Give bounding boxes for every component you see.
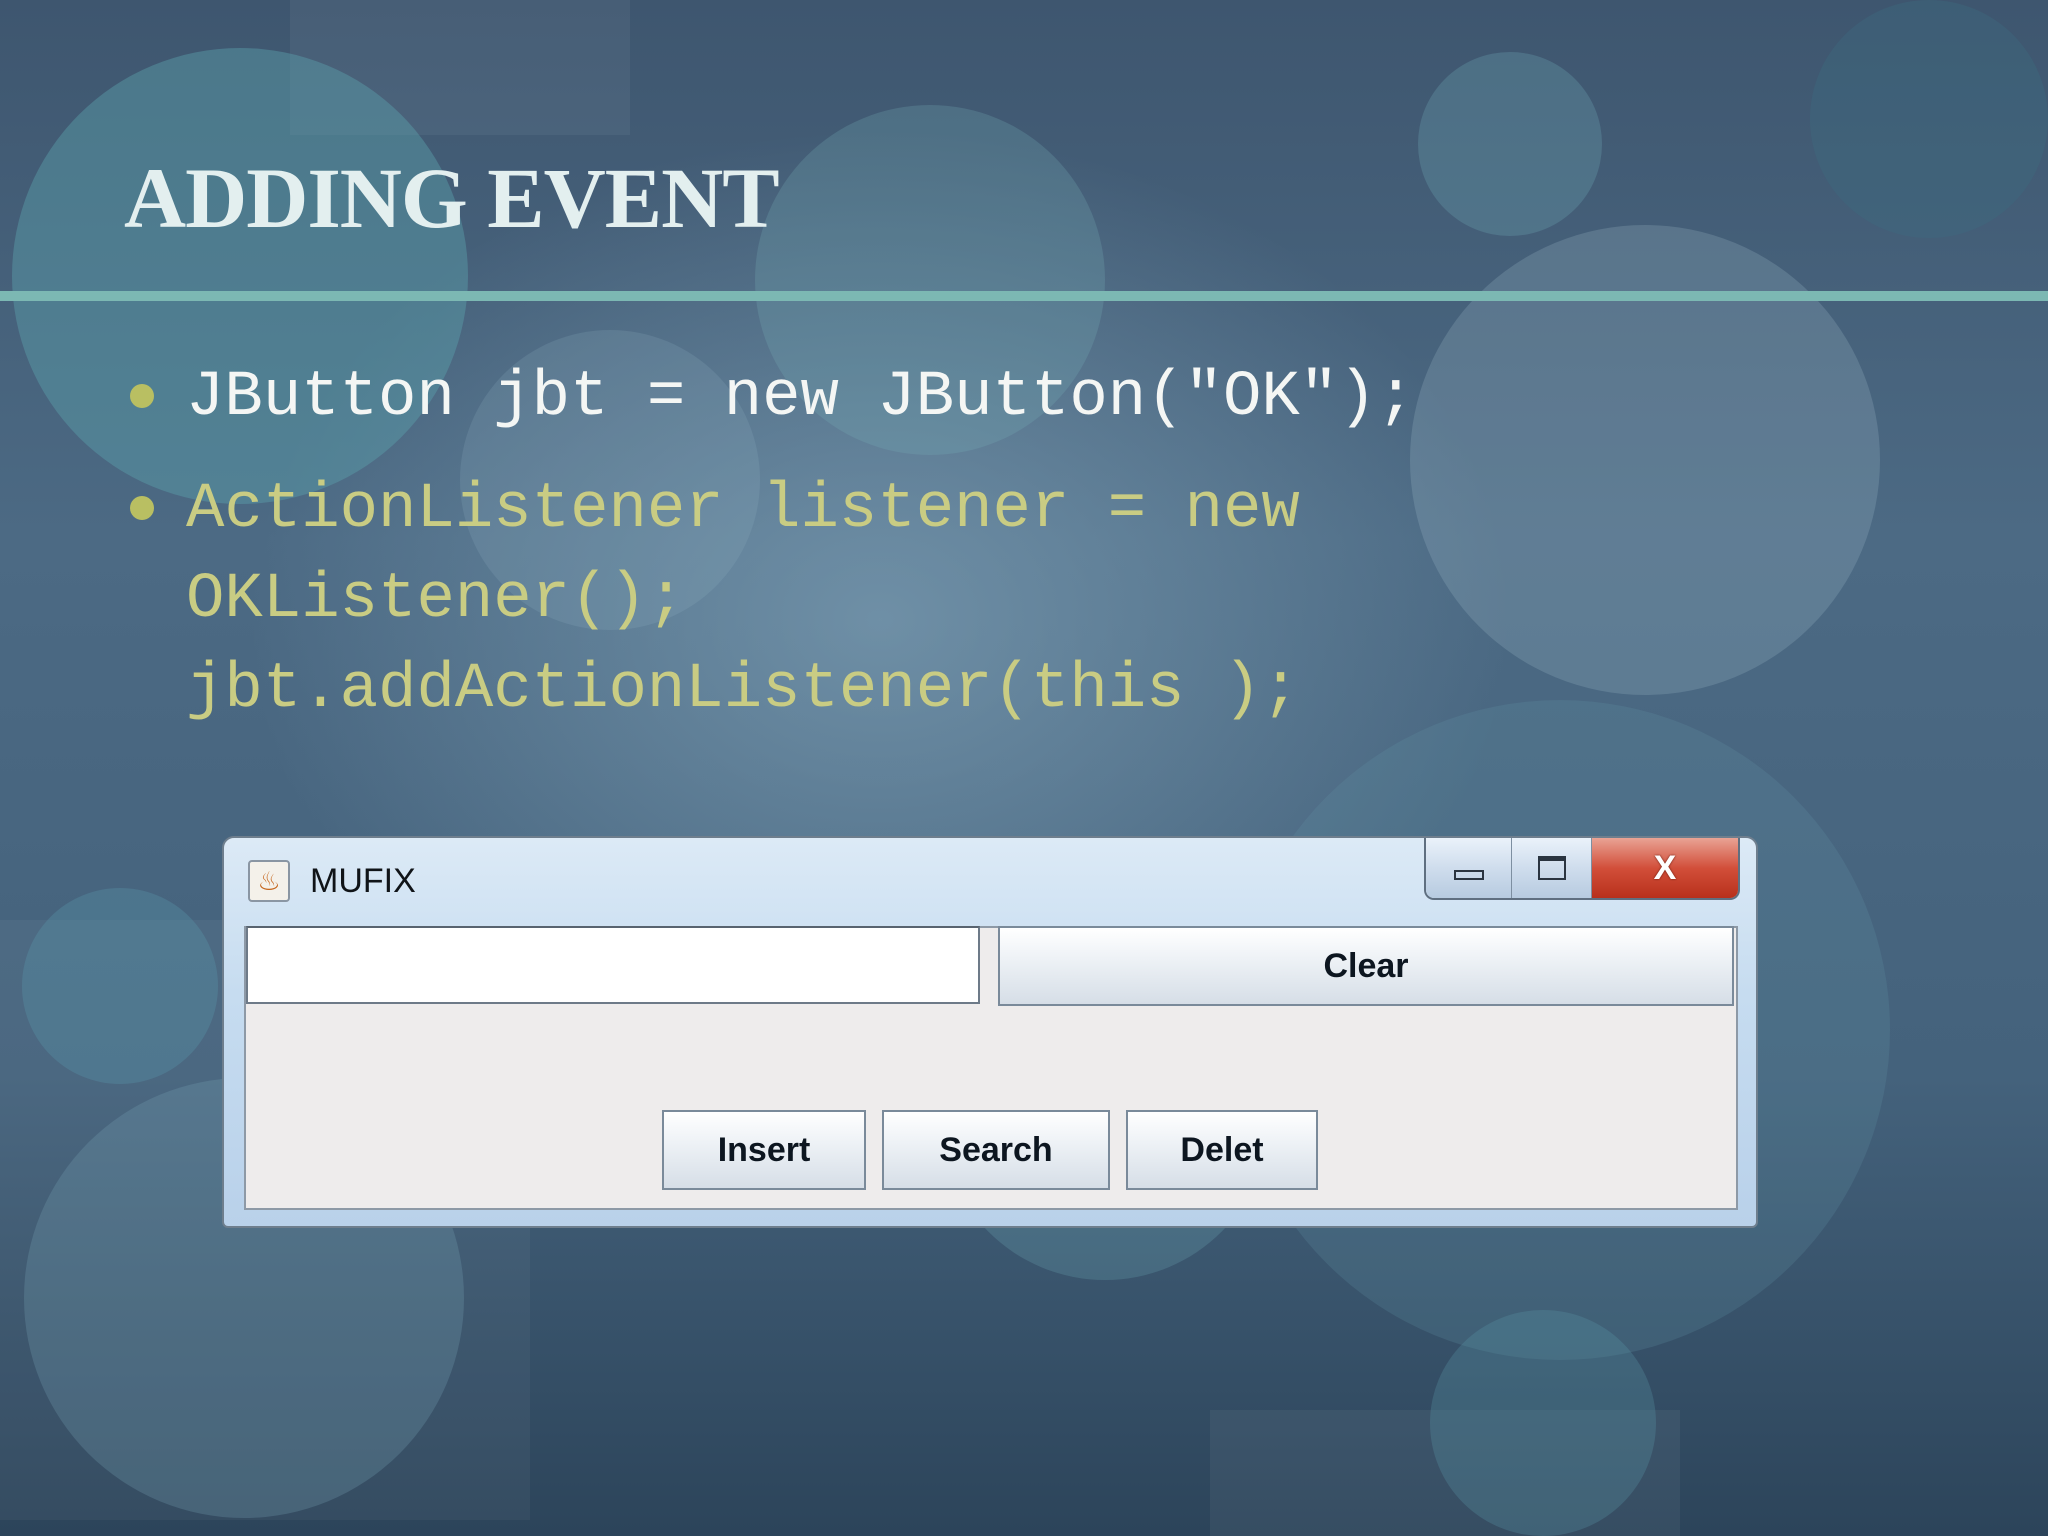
bullet-icon [130, 384, 154, 408]
minimize-icon [1453, 870, 1484, 880]
background-circle [12, 48, 468, 504]
insert-button[interactable]: Insert [662, 1110, 866, 1190]
search-button[interactable]: Search [882, 1110, 1110, 1190]
code-line-jbutton: JButton jbt = new JButton("OK"); [186, 362, 1415, 434]
close-icon: X [1653, 848, 1677, 887]
window-title: MUFIX [310, 862, 416, 900]
code-line-oklistener: OKListener(); [186, 564, 686, 636]
title-divider [0, 291, 2048, 301]
background-circle [22, 888, 218, 1084]
text-input[interactable] [246, 926, 980, 1004]
maximize-icon [1537, 856, 1566, 880]
background-circle [1418, 52, 1602, 236]
maximize-button[interactable] [1512, 838, 1592, 898]
close-button[interactable]: X [1592, 838, 1738, 898]
code-line-addactionlistener: jbt.addActionListener(this ); [186, 654, 1300, 726]
bullet-icon [130, 496, 154, 520]
clear-button[interactable]: Clear [998, 926, 1734, 1006]
window-titlebar[interactable]: ♨ MUFIX X [224, 838, 1756, 922]
slide-title: ADDING EVENT [124, 150, 780, 246]
minimize-button[interactable] [1426, 838, 1512, 898]
window-controls: X [1424, 838, 1740, 900]
slide: ADDING EVENT JButton jbt = new JButton("… [0, 0, 2048, 1536]
background-circle [1430, 1310, 1656, 1536]
delete-button[interactable]: Delet [1126, 1110, 1318, 1190]
background-circle [1810, 0, 2048, 238]
java-cup-icon[interactable]: ♨ [248, 860, 290, 902]
code-line-actionlistener: ActionListener listener = new [186, 474, 1300, 546]
